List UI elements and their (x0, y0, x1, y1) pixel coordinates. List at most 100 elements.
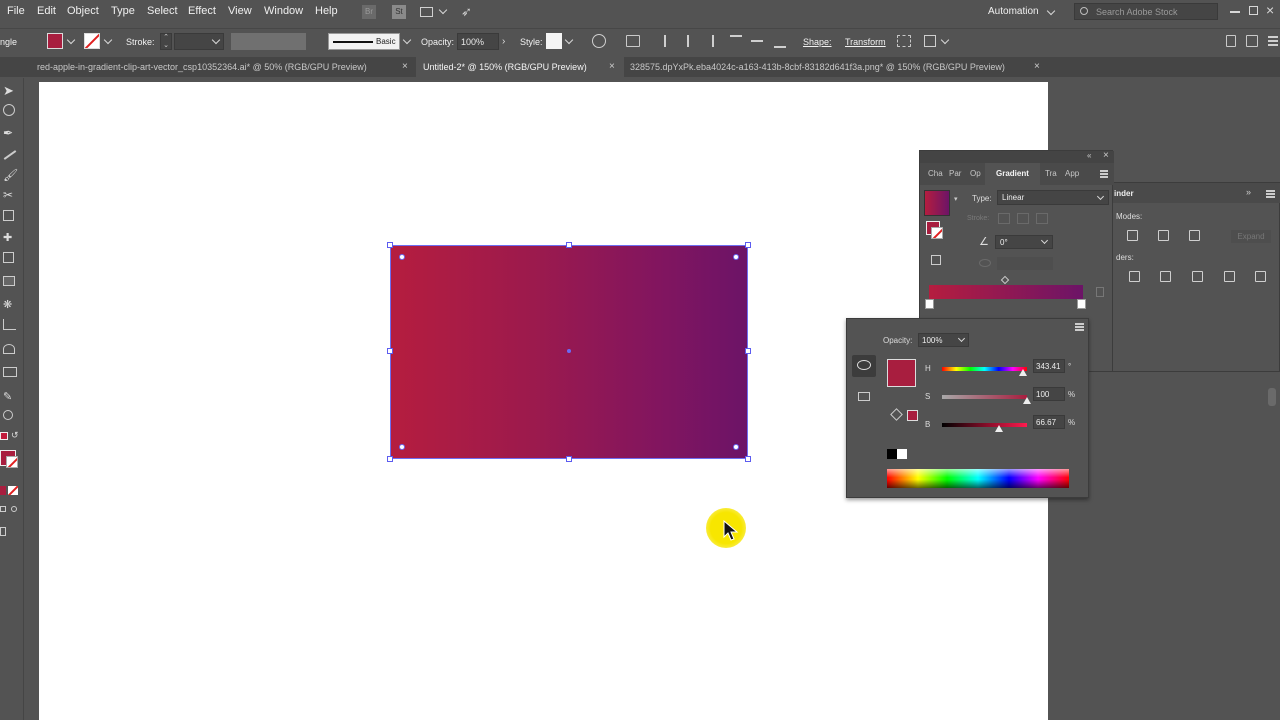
tab-opentype[interactable]: Op (970, 169, 981, 178)
shape-builder-tool-icon[interactable] (3, 252, 14, 263)
live-corner-widget[interactable] (733, 254, 739, 260)
align-top-icon[interactable] (730, 35, 742, 37)
stock-search-field[interactable]: Search Adobe Stock (1074, 3, 1218, 20)
expand-button[interactable]: Expand (1231, 230, 1271, 243)
align-center-icon[interactable] (687, 35, 689, 47)
menu-object[interactable]: Object (67, 5, 99, 17)
gradient-tool-icon[interactable] (3, 344, 15, 354)
minus-front-button[interactable] (1158, 230, 1169, 241)
menu-view[interactable]: View (228, 5, 252, 17)
menu-icon[interactable] (1100, 170, 1108, 172)
brightness-slider-thumb[interactable] (994, 425, 1003, 432)
slice-tool-icon[interactable] (3, 367, 17, 377)
gradient-rectangle[interactable] (390, 245, 748, 459)
collapse-icon[interactable]: « (1087, 151, 1091, 160)
outline-button[interactable] (1255, 271, 1266, 282)
chevron-down-icon[interactable] (103, 35, 113, 45)
maximize-button[interactable] (1249, 6, 1258, 15)
brightness-slider[interactable] (942, 423, 1027, 427)
tab-transparency[interactable]: Tra (1045, 169, 1057, 178)
live-corner-widget[interactable] (399, 444, 405, 450)
divide-button[interactable] (1129, 271, 1140, 282)
resize-handle-bottom-right[interactable] (745, 456, 751, 462)
color-mode-icon[interactable] (0, 486, 6, 495)
white-swatch[interactable] (897, 449, 907, 459)
trim-button[interactable] (1160, 271, 1171, 282)
menu-edit[interactable]: Edit (37, 5, 56, 17)
saturation-slider-thumb[interactable] (1023, 397, 1031, 404)
tab-red-apple[interactable]: red-apple-in-gradient-clip-art-vector_cs… (30, 57, 415, 77)
stroke-stepper[interactable]: ⌃ ⌄ (160, 33, 172, 50)
tab-paragraph[interactable]: Par (949, 169, 961, 178)
graph-tool-icon[interactable] (3, 319, 16, 330)
angle-field[interactable]: 0° (995, 235, 1053, 249)
chevron-right-icon[interactable]: › (502, 36, 505, 47)
select-similar-icon[interactable] (897, 35, 911, 47)
align-to-icon[interactable] (626, 35, 640, 47)
collapse-icon[interactable]: » (1246, 187, 1251, 197)
chevron-down-icon[interactable] (66, 35, 76, 45)
intersect-button[interactable] (1189, 230, 1200, 241)
delete-stop-icon[interactable] (1096, 287, 1104, 297)
gradient-stop-left[interactable] (925, 299, 934, 309)
draw-mode-icon[interactable] (0, 506, 6, 512)
align-middle-icon[interactable] (751, 40, 763, 42)
variable-width-profile[interactable] (231, 33, 306, 50)
close-window-button[interactable]: × (1266, 2, 1274, 18)
close-icon[interactable]: × (1103, 150, 1109, 161)
rocket-icon[interactable]: ➶ (461, 4, 472, 20)
gradient-stop-right[interactable] (1077, 299, 1086, 309)
tab-character[interactable]: Cha (928, 169, 943, 178)
reverse-gradient-icon[interactable] (931, 255, 941, 265)
chevron-down-icon[interactable] (564, 35, 574, 45)
menu-type[interactable]: Type (111, 5, 135, 17)
tab-untitled-2[interactable]: Untitled-2* @ 150% (RGB/GPU Preview) × (416, 57, 624, 77)
bridge-button[interactable]: Br (362, 5, 376, 19)
saturation-slider[interactable] (942, 395, 1027, 399)
merge-button[interactable] (1192, 271, 1203, 282)
align-right-icon[interactable] (712, 35, 714, 47)
arrange-panels-icon[interactable] (1226, 35, 1236, 47)
resize-handle-left[interactable] (387, 348, 393, 354)
gradient-preview-swatch[interactable] (924, 190, 950, 216)
gradient-stroke-swatch[interactable] (931, 227, 943, 239)
stroke-color-swatch[interactable] (6, 456, 18, 468)
brush-definition[interactable]: Basic (328, 33, 400, 50)
resize-handle-right[interactable] (745, 348, 751, 354)
close-icon[interactable]: × (402, 61, 408, 72)
symbol-sprayer-tool-icon[interactable]: ❋ (3, 298, 19, 312)
saturation-field[interactable]: 100 (1033, 387, 1065, 401)
shape-link[interactable]: Shape: (803, 37, 832, 47)
resize-handle-top-right[interactable] (745, 242, 751, 248)
chevron-down-icon[interactable] (402, 35, 412, 45)
align-bottom-icon[interactable] (774, 46, 786, 48)
screen-mode-icon[interactable] (11, 506, 17, 512)
pen-tool-icon[interactable]: ✒ (3, 126, 19, 140)
opacity-field[interactable]: 100% (918, 333, 969, 347)
chevron-down-icon[interactable] (940, 35, 950, 45)
gradient-type-select[interactable]: Linear (997, 190, 1109, 205)
isolate-icon[interactable] (924, 35, 936, 47)
workspace-switcher[interactable]: Automation (988, 6, 1039, 17)
menu-icon[interactable] (1075, 323, 1084, 325)
hue-slider-thumb[interactable] (1018, 369, 1027, 376)
align-left-icon[interactable] (664, 35, 666, 47)
none-mode-icon[interactable] (8, 486, 18, 495)
close-icon[interactable]: × (609, 61, 615, 72)
arrange-documents-icon[interactable] (420, 7, 433, 17)
tab-appearance[interactable]: App (1065, 169, 1079, 178)
menu-file[interactable]: File (7, 5, 25, 17)
brightness-field[interactable]: 66.67 (1033, 415, 1065, 429)
paintbrush-tool-icon[interactable]: 🖌 (3, 168, 19, 182)
default-colors-icon[interactable] (0, 432, 8, 440)
resize-handle-top-left[interactable] (387, 242, 393, 248)
black-swatch[interactable] (887, 449, 897, 459)
menu-window[interactable]: Window (264, 5, 303, 17)
menu-icon[interactable] (1268, 36, 1278, 38)
panel-scrollbar[interactable] (1268, 388, 1276, 406)
rotate-tool-icon[interactable] (3, 210, 14, 221)
hue-field[interactable]: 343.41 (1033, 359, 1065, 373)
out-of-gamut-icon[interactable] (890, 408, 903, 421)
line-tool-icon[interactable] (3, 150, 17, 160)
resize-handle-bottom-left[interactable] (387, 456, 393, 462)
